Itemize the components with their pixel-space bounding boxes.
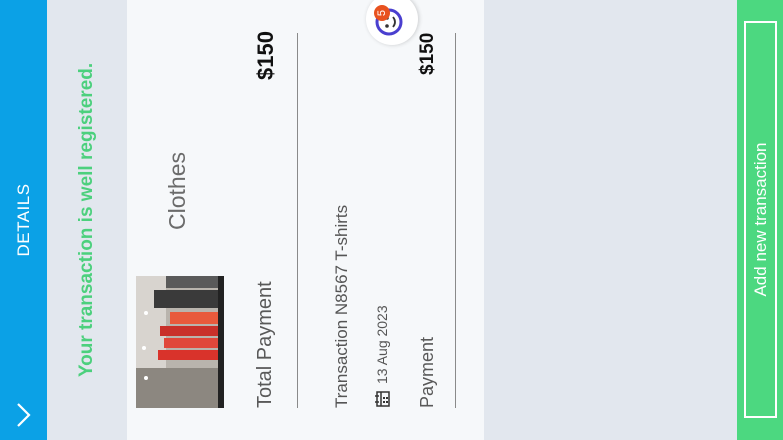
transaction-date-row: 13 Aug 2023 <box>367 305 397 408</box>
calendar-icon <box>375 391 390 407</box>
payment-amount: $150 <box>417 32 438 75</box>
transaction-card: Clothes Total Payment $150 Transaction N… <box>127 0 484 440</box>
transaction-date: 13 Aug 2023 <box>374 305 390 384</box>
app-bar: DETAILS <box>0 0 47 440</box>
product-image <box>136 276 224 408</box>
total-payment-amount: $150 <box>253 31 278 80</box>
page-title: DETAILS <box>13 183 33 257</box>
divider-total <box>297 33 298 408</box>
app-screen: DETAILS Your transaction is well registe… <box>0 0 783 440</box>
total-payment-label: Total Payment <box>254 281 276 408</box>
payment-label: Payment <box>417 336 437 408</box>
success-message: Your transaction is well registered. <box>76 62 97 378</box>
transaction-title: Transaction N8567 T-shirts <box>332 204 351 408</box>
add-new-transaction-button[interactable]: Add new transaction <box>744 21 777 418</box>
notification-badge: 5 <box>374 5 390 21</box>
divider-payment <box>455 33 456 408</box>
product-category: Clothes <box>163 152 190 230</box>
